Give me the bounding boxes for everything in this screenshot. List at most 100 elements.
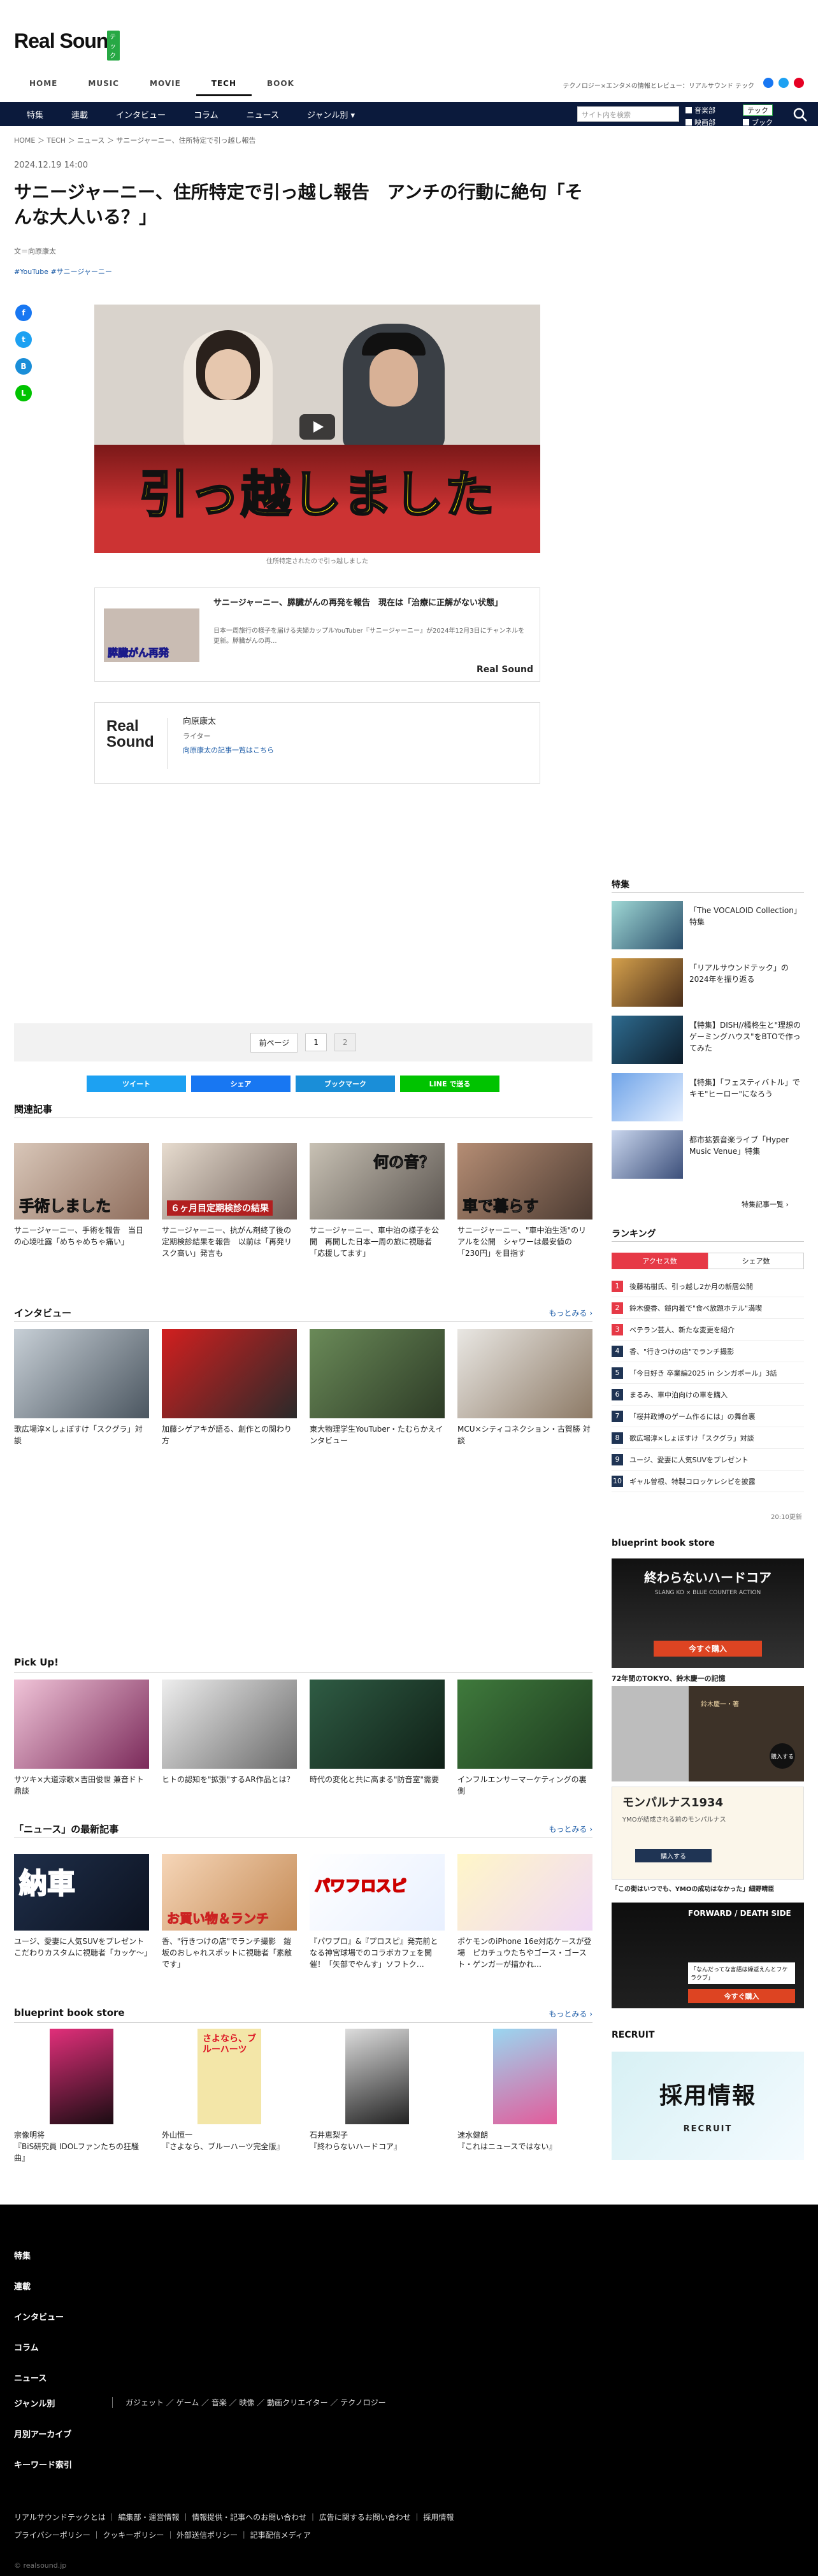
- twitter-share-icon[interactable]: t: [15, 331, 32, 348]
- footer-genre[interactable]: ジャンル別: [14, 2397, 55, 2409]
- related-card[interactable]: 手術しました サニージャーニー、手術を報告 当日の心境吐露「めちゃめちゃ痛い」: [14, 1143, 149, 1259]
- recruit-banner[interactable]: 採用情報 RECRUIT: [612, 2052, 804, 2160]
- tweet-button[interactable]: ツイート: [87, 1076, 186, 1092]
- bp-more-link[interactable]: もっとみる ›: [549, 2008, 592, 2019]
- nav-book[interactable]: BOOK: [252, 75, 310, 96]
- news-card[interactable]: パワフロスピ 『パワプロ』&『プロスピ』発売前と なる神宮球場でのコラボカフェを開…: [310, 1854, 445, 1970]
- search-icon[interactable]: [793, 107, 808, 122]
- bp-deathside-button[interactable]: 今すぐ購入: [688, 1989, 795, 2003]
- prev-page-button[interactable]: 前ページ: [250, 1032, 298, 1053]
- feature-item[interactable]: 【特集】DISH//橘柊生と"理想のゲーミングハウス"をBTOで作ってみた: [612, 1016, 804, 1064]
- facebook-icon[interactable]: [763, 78, 773, 88]
- footer-links-2[interactable]: プライバシーポリシー ｜ クッキーポリシー ｜ 外部送信ポリシー ｜ 記事配信メ…: [14, 2529, 311, 2540]
- related-card[interactable]: 何の音？ サニージャーニー、車中泊の様子を公開 再開した日本一周の旅に視聴者「応援…: [310, 1143, 445, 1259]
- footer-keywords[interactable]: キーワード索引: [14, 2458, 72, 2470]
- feature-item[interactable]: 「The VOCALOID Collection」特集: [612, 901, 804, 949]
- ranking-item[interactable]: 5 「今日好き 卒業編2025 in シンガポール」3話: [612, 1362, 804, 1384]
- footer-genre-list[interactable]: ガジェット ／ ゲーム ／ 音楽 ／ 映像 ／ 動画クリエイター ／ テクノロジ…: [112, 2397, 386, 2408]
- twitter-icon[interactable]: [779, 78, 789, 88]
- subnav-series[interactable]: 連載: [57, 108, 102, 120]
- nav-home[interactable]: HOME: [14, 75, 73, 96]
- ranking-item[interactable]: 10 ギャル曽根、特製コロッケレシピを披露: [612, 1471, 804, 1492]
- ranking-item[interactable]: 2 鈴木優香、鎧内着で"食べ放題ホテル"満喫: [612, 1297, 804, 1319]
- ranking-item[interactable]: 9 ユージ、愛妻に人気SUVをプレゼント: [612, 1449, 804, 1471]
- interview-card[interactable]: MCU×シティコネクション・古賀勝 対談: [457, 1329, 592, 1446]
- ranking-list: 1 後藤祐樹氏、引っ越し2か月の新居公開 2 鈴木優香、鎧内着で"食べ放題ホテル"満…: [612, 1276, 804, 1492]
- scope-music[interactable]: 音楽部: [685, 104, 743, 116]
- hatena-share-icon[interactable]: B: [15, 358, 32, 375]
- sub-nav-bar: 特集 連載 インタビュー コラム ニュース ジャンル別 ▾ サイト内を検索 音楽…: [0, 102, 818, 127]
- interview-card[interactable]: 東大物理学生YouTuber・たむらかえインタビュー: [310, 1329, 445, 1446]
- ranking-item[interactable]: 4 香、"行きつけの店"でランチ撮影: [612, 1341, 804, 1362]
- bp-ad-hardcore[interactable]: 終わらないハードコア SLANG KO × BLUE COUNTER ACTIO…: [612, 1558, 804, 1668]
- interview-card[interactable]: 歌広場淳×しょぼすけ「スクグラ」対談: [14, 1329, 149, 1446]
- scope-tech[interactable]: テック: [743, 104, 800, 116]
- tab-share[interactable]: シェア数: [708, 1253, 804, 1269]
- pickup-card[interactable]: 時代の変化と共に高まる"防音室"需要: [310, 1680, 445, 1797]
- subnav-news[interactable]: ニュース: [233, 108, 293, 120]
- book-card[interactable]: 宗像明将 『BiS研究員 IDOLファンたちの狂騒曲』: [14, 2029, 149, 2164]
- article-tags[interactable]: #YouTube #サニージャーニー: [14, 266, 112, 277]
- subnav-genre[interactable]: ジャンル別 ▾: [293, 108, 369, 120]
- facebook-share-button[interactable]: シェア: [191, 1076, 291, 1092]
- pickup-card[interactable]: ヒトの認知を"拡張"するAR作品とは？: [162, 1680, 297, 1797]
- scope-movie[interactable]: 映画部: [685, 117, 743, 127]
- nav-tech[interactable]: TECH: [196, 75, 252, 96]
- related-card[interactable]: ６ヶ月目定期検診の結果 サニージャーニー、抗がん剤終了後の定期検診結果を報告 以前…: [162, 1143, 297, 1259]
- ranking-item[interactable]: 6 まるみ、車中泊向けの車を購入: [612, 1384, 804, 1406]
- breadcrumb[interactable]: HOME ＞ TECH ＞ ニュース ＞ サニージャーニー、住所特定で引っ越し報…: [14, 135, 256, 145]
- book-card[interactable]: 石井恵梨子 『終わらないハードコア』: [310, 2029, 445, 2164]
- ranking-item[interactable]: 1 後藤祐樹氏、引っ越し2か月の新居公開: [612, 1276, 804, 1297]
- embedded-related-card[interactable]: 膵臓がん再発 サニージャーニー、膵臓がんの再発を報告 現在は「治療に正解がない状…: [94, 587, 540, 682]
- facebook-share-icon[interactable]: f: [15, 305, 32, 321]
- bp-suzuki-button[interactable]: 購入する: [770, 1743, 795, 1769]
- footer-news[interactable]: ニュース: [14, 2371, 47, 2384]
- news-card[interactable]: ポケモンのiPhone 16e対応ケースが登場 ピカチュウたちやゴース・ゴースト…: [457, 1854, 592, 1970]
- site-logo[interactable]: Real Sound テック: [14, 29, 120, 61]
- feature-item[interactable]: 【特集】「フェスティバトル」でキモ"ヒーロー"になろう: [612, 1073, 804, 1121]
- footer-features[interactable]: 特集: [14, 2249, 31, 2261]
- interview-more-link[interactable]: もっとみる ›: [549, 1307, 592, 1318]
- bp-buy-button[interactable]: 今すぐ購入: [654, 1641, 762, 1657]
- news-card[interactable]: 納車 ユージ、愛妻に人気SUVをプレゼント こだわりカスタムに視聴者「カッケ～」: [14, 1854, 152, 1970]
- book-card[interactable]: 速水健朗 『これはニュースではない』: [457, 2029, 592, 2164]
- subnav-column[interactable]: コラム: [180, 108, 233, 120]
- line-button[interactable]: LINE で送る: [400, 1076, 499, 1092]
- subnav-interview[interactable]: インタビュー: [102, 108, 180, 120]
- related-card[interactable]: 車で暮らす サニージャーニー、"車中泊生活"のリアルを公開 シャワーは最安値の「2…: [457, 1143, 592, 1259]
- pickup-card[interactable]: インフルエンサーマーケティングの裏側: [457, 1680, 592, 1797]
- footer-column[interactable]: コラム: [14, 2341, 39, 2353]
- hero-video[interactable]: 引っ越しました: [94, 305, 540, 553]
- footer-interview[interactable]: インタビュー: [14, 2310, 64, 2322]
- page-1[interactable]: 1: [305, 1033, 327, 1051]
- features-more-link[interactable]: 特集記事一覧 ›: [742, 1199, 789, 1209]
- play-icon[interactable]: [299, 414, 335, 440]
- line-share-icon[interactable]: L: [15, 385, 32, 401]
- pickup-card[interactable]: サツキ×大道涼歌×吉田俊世 兼音ドト鼎談: [14, 1680, 149, 1797]
- interview-card[interactable]: 加藤シゲアキが語る、創作との関わり方: [162, 1329, 297, 1446]
- book-card[interactable]: さよなら、ブルーハーツ 外山恒一 『さよなら、ブルーハーツ完全版』: [162, 2029, 297, 2164]
- feature-item[interactable]: 「リアルサウンドテック」の2024年を振り返る: [612, 958, 804, 1007]
- news-card[interactable]: お買い物＆ランチ 香、"行きつけの店"でランチ撮影 鎧坂のおしゃれスポットに視聴者…: [162, 1854, 297, 1970]
- footer-series[interactable]: 連載: [14, 2280, 31, 2292]
- scope-book[interactable]: ブック: [743, 117, 800, 127]
- bp-ad-montparnasse[interactable]: モンパルナス1934 YMOが結成される前のモンパルナス 購入する: [612, 1787, 804, 1880]
- bookmark-button[interactable]: ブックマーク: [296, 1076, 395, 1092]
- ranking-item[interactable]: 7 「桜井政博のゲーム作るには」の舞台裏: [612, 1406, 804, 1427]
- bp-ad-deathside[interactable]: FORWARD / DEATH SIDE 「なんだってな言語は繰返えんとフケラク…: [612, 1903, 804, 2008]
- feature-item[interactable]: 都市拡張音楽ライブ「Hyper Music Venue」特集: [612, 1130, 804, 1179]
- footer-archive[interactable]: 月別アーカイブ: [14, 2428, 71, 2440]
- news-more-link[interactable]: もっとみる ›: [549, 1824, 592, 1834]
- author-link[interactable]: 向原康太の記事一覧はこちら: [183, 745, 274, 755]
- bp-montparnasse-button[interactable]: 購入する: [635, 1849, 712, 1862]
- pinterest-icon[interactable]: [794, 78, 804, 88]
- ranking-item[interactable]: 8 歌広場淳×しょぼすけ「スクグラ」対談: [612, 1427, 804, 1449]
- nav-music[interactable]: MUSIC: [73, 75, 134, 96]
- ranking-item[interactable]: 3 ベテラン芸人、新たな変更を紹介: [612, 1319, 804, 1341]
- bp-ad-suzuki[interactable]: 鈴木慶一・著 購入する: [612, 1686, 804, 1781]
- tab-access[interactable]: アクセス数: [612, 1253, 708, 1269]
- subnav-features[interactable]: 特集: [13, 108, 57, 120]
- search-input[interactable]: サイト内を検索: [577, 106, 679, 122]
- nav-movie[interactable]: MOVIE: [134, 75, 196, 96]
- footer-links-1[interactable]: リアルサウンドテックとは ｜ 編集部・運営情報 ｜ 情報提供・記事へのお問い合わ…: [14, 2512, 454, 2522]
